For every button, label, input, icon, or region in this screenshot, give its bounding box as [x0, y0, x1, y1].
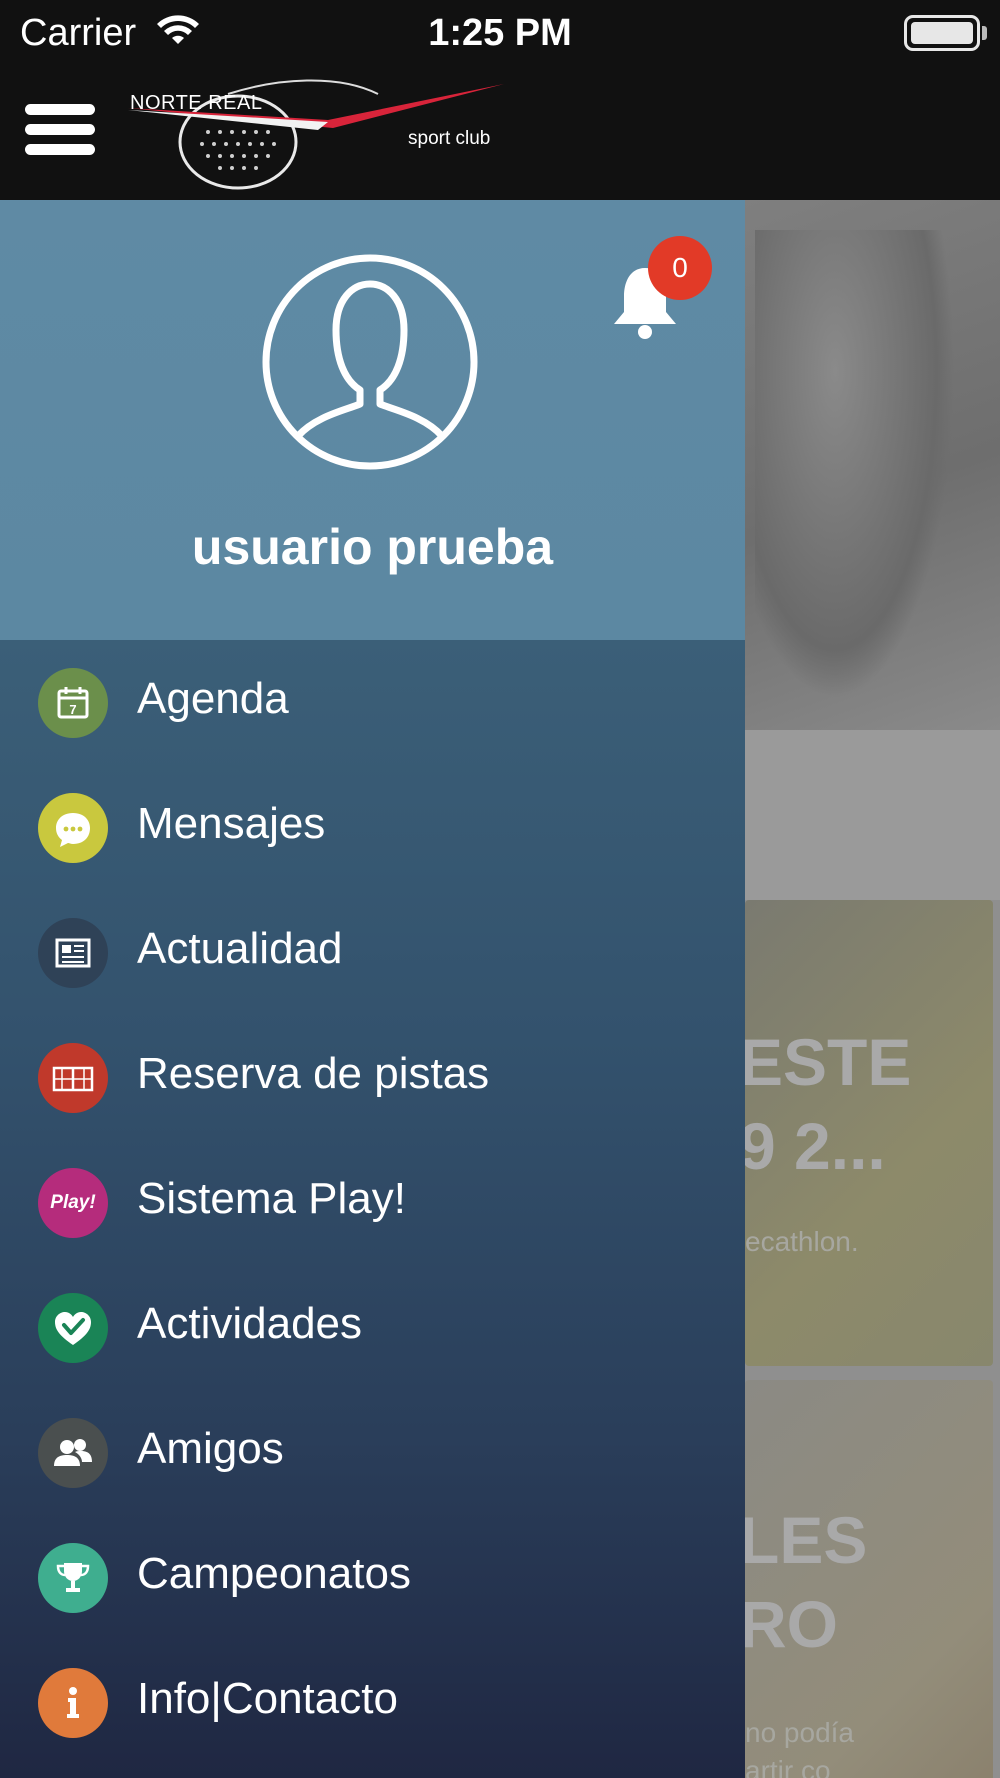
menu-item-info-contacto[interactable]: Info|Contacto: [0, 1640, 745, 1765]
hero-image: [745, 200, 1000, 730]
play-icon-text: Play!: [50, 1192, 96, 1213]
battery-icon: [904, 15, 980, 51]
menu-item-campeonatos[interactable]: Campeonatos: [0, 1515, 745, 1640]
news-card-text: no podía artir co: [745, 1717, 854, 1778]
logo-tagline: sport club: [408, 128, 491, 149]
menu-label: Agenda: [137, 674, 289, 723]
menu-hamburger-icon[interactable]: [25, 104, 95, 162]
status-bar: Carrier 1:25 PM: [0, 0, 1000, 66]
battery-tip: [982, 26, 987, 40]
background-content: ESTE 9 2... ecathlon. LES RO no podía ar…: [745, 200, 1000, 1778]
calendar-icon: 7: [38, 668, 108, 738]
logo-name: NORTE REAL: [130, 92, 263, 114]
menu-item-mensajes[interactable]: Mensajes: [0, 765, 745, 890]
menu-item-reserva-de-pistas[interactable]: Reserva de pistas: [0, 1015, 745, 1140]
status-time: 1:25 PM: [428, 12, 572, 54]
news-card: ESTE 9 2... ecathlon.: [745, 900, 993, 1366]
menu-label: Actividades: [137, 1299, 363, 1348]
chat-bubble-icon: [38, 793, 108, 863]
section-divider: [745, 730, 1000, 900]
menu-label: Amigos: [137, 1424, 284, 1473]
news-card: LES RO no podía artir co: [745, 1380, 993, 1778]
court-icon: [38, 1043, 108, 1113]
app-header: NORTE REAL sport club: [0, 66, 1000, 200]
svg-text:7: 7: [69, 702, 76, 717]
newspaper-icon: [38, 918, 108, 988]
navigation-menu: 7 Agenda Mensajes Actualidad Reserva de …: [0, 640, 745, 1778]
friends-icon: [38, 1418, 108, 1488]
player-photo: [755, 230, 955, 700]
profile-header: usuario prueba 0: [0, 200, 745, 640]
info-icon: [38, 1668, 108, 1738]
menu-label: Info|Contacto: [137, 1674, 398, 1723]
menu-item-amigos[interactable]: Amigos: [0, 1390, 745, 1515]
user-avatar-icon[interactable]: [262, 254, 478, 470]
menu-label: Mensajes: [137, 799, 326, 848]
username: usuario prueba: [191, 519, 554, 575]
trophy-icon: [38, 1543, 108, 1613]
club-logo: NORTE REAL sport club: [128, 70, 508, 198]
menu-label: Campeonatos: [137, 1549, 411, 1598]
menu-item-actualidad[interactable]: Actualidad: [0, 890, 745, 1015]
menu-item-sistema-play[interactable]: Play! Sistema Play!: [0, 1140, 745, 1265]
side-drawer: usuario prueba 0 7 Agenda Mensajes Actua…: [0, 200, 745, 1778]
news-card-title: LES RO: [745, 1503, 868, 1661]
menu-label: Actualidad: [137, 924, 343, 973]
menu-label: Reserva de pistas: [137, 1049, 490, 1098]
play-icon: Play!: [38, 1168, 108, 1238]
menu-label: Sistema Play!: [137, 1174, 406, 1223]
news-card-text: ecathlon.: [745, 1226, 859, 1257]
menu-item-agenda[interactable]: 7 Agenda: [0, 640, 745, 765]
news-card-title: ESTE 9 2...: [745, 1025, 912, 1183]
notification-badge: 0: [648, 236, 712, 300]
check-heart-icon: [38, 1293, 108, 1363]
menu-item-actividades[interactable]: Actividades: [0, 1265, 745, 1390]
